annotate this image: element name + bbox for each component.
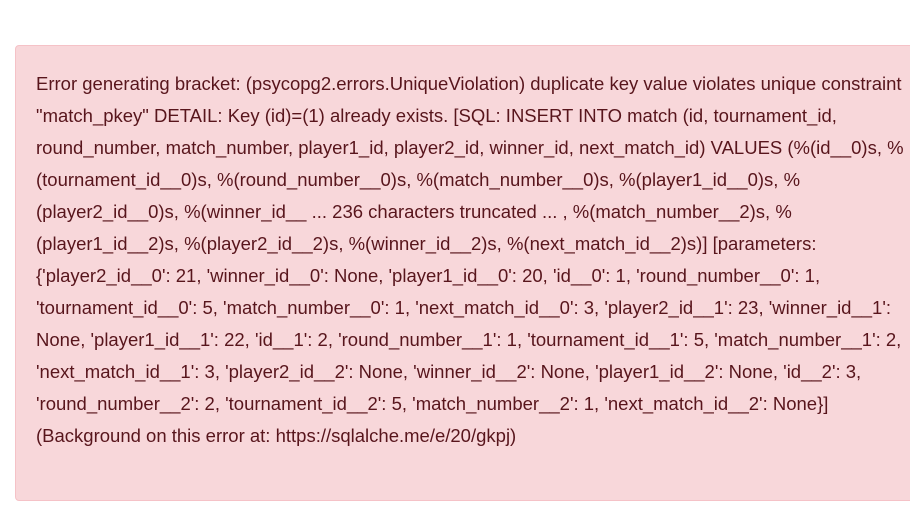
error-alert: Error generating bracket: (psycopg2.erro… xyxy=(15,45,910,501)
error-message: Error generating bracket: (psycopg2.erro… xyxy=(36,73,904,446)
